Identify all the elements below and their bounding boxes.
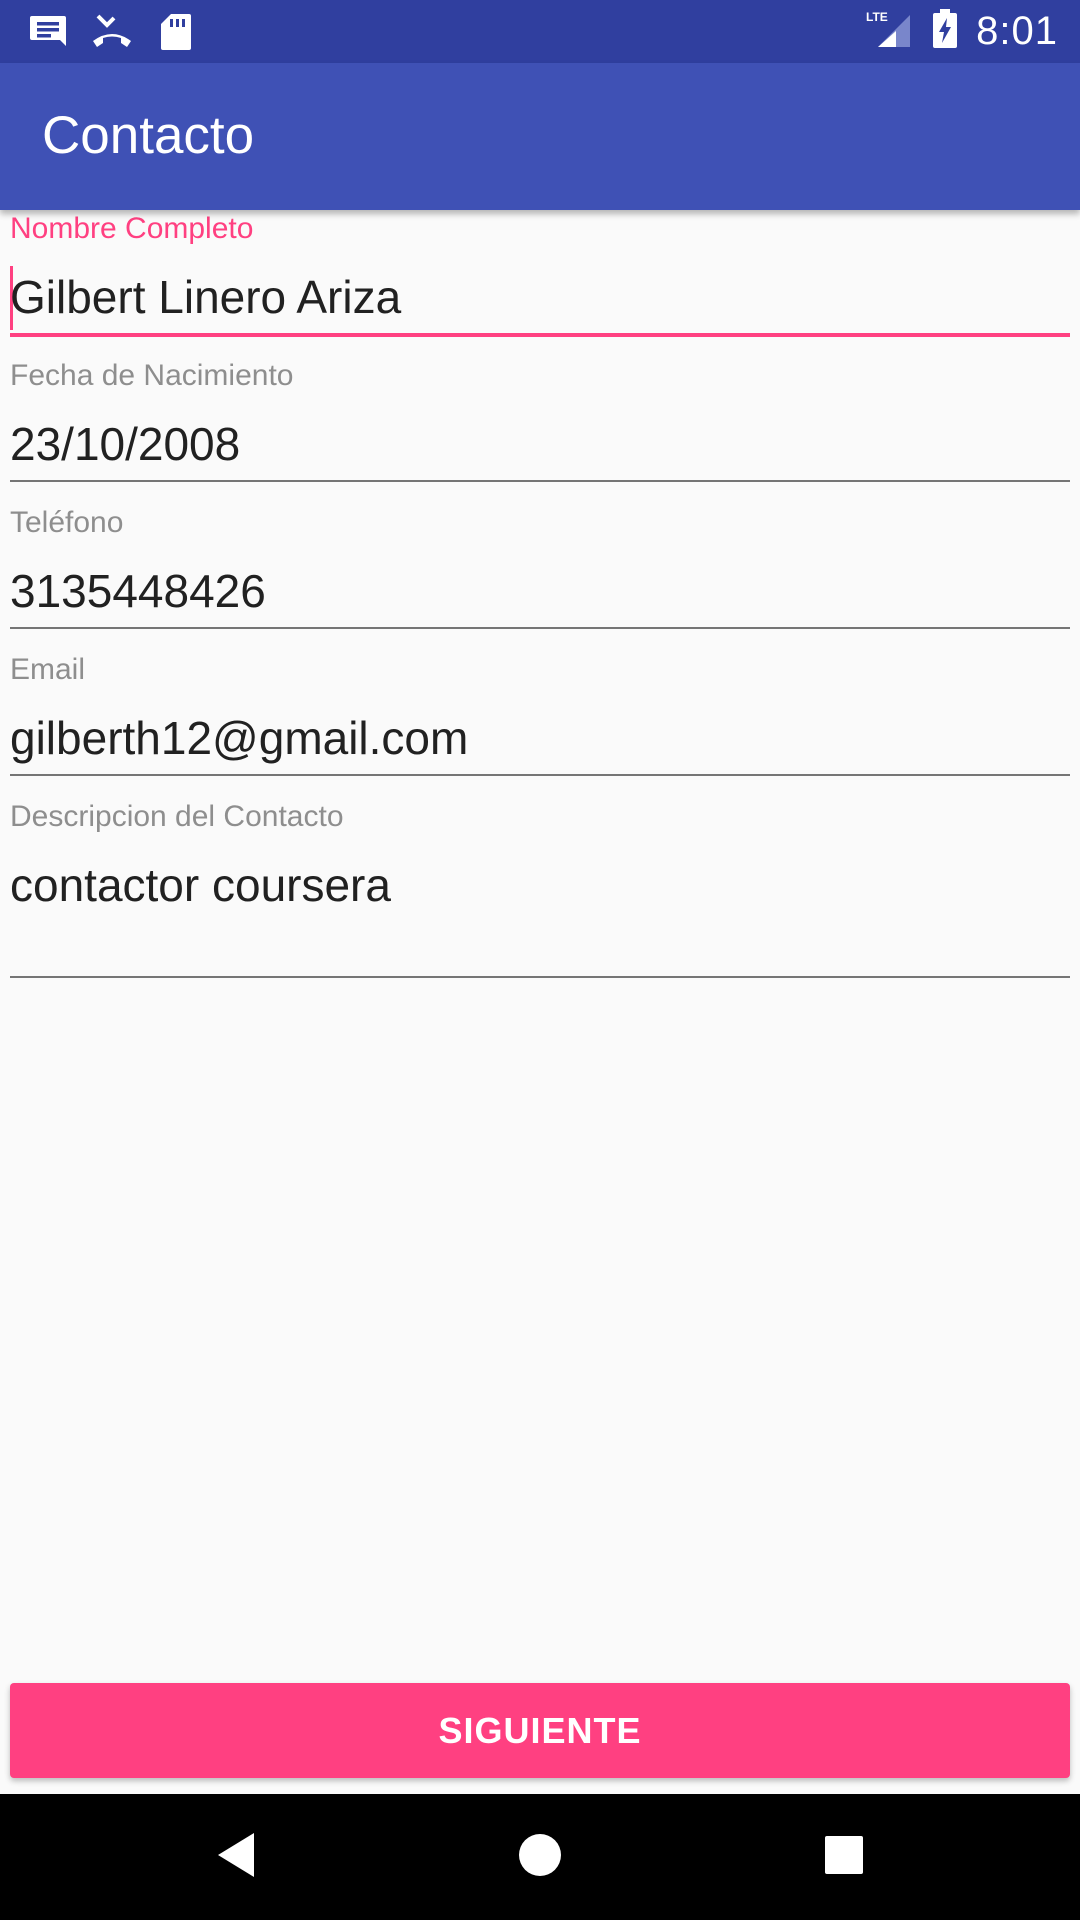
recents-button[interactable]	[774, 1794, 914, 1920]
status-time: 8:01	[976, 9, 1058, 53]
back-icon	[214, 1831, 258, 1884]
email-field[interactable]: Email gilberth12@gmail.com	[10, 651, 1070, 781]
fecha-nacimiento-label: Fecha de Nacimiento	[10, 359, 294, 392]
recents-icon	[824, 1835, 864, 1880]
email-input[interactable]: gilberth12@gmail.com	[10, 711, 468, 765]
status-system-icons: LTE 8:01	[866, 0, 1058, 63]
fecha-nacimiento-underline	[10, 480, 1070, 482]
telefono-label: Teléfono	[10, 506, 124, 539]
navigation-bar	[0, 1794, 1080, 1920]
back-button[interactable]	[166, 1794, 306, 1920]
svg-text:LTE: LTE	[866, 10, 888, 24]
siguiente-button[interactable]: SIGUIENTE	[10, 1683, 1070, 1778]
telefono-input[interactable]: 3135448426	[10, 564, 266, 618]
lte-signal-icon: LTE	[866, 9, 914, 54]
battery-charging-icon	[932, 9, 958, 54]
fecha-nacimiento-field[interactable]: Fecha de Nacimiento 23/10/2008	[10, 357, 1070, 487]
descripcion-label: Descripcion del Contacto	[10, 800, 344, 833]
email-underline	[10, 774, 1070, 776]
descripcion-underline	[10, 976, 1070, 978]
nombre-completo-input[interactable]: Gilbert Linero Ariza	[10, 270, 401, 324]
nombre-completo-label: Nombre Completo	[10, 212, 254, 245]
nombre-completo-field[interactable]: Nombre Completo Gilbert Linero Ariza	[10, 210, 1070, 340]
sd-card-icon	[154, 12, 198, 52]
status-bar: LTE 8:01	[0, 0, 1080, 63]
telefono-underline	[10, 627, 1070, 629]
nombre-completo-underline	[10, 333, 1070, 337]
fecha-nacimiento-input[interactable]: 23/10/2008	[10, 417, 240, 471]
descripcion-input[interactable]: contactor coursera	[10, 858, 391, 912]
notification-message-icon	[26, 12, 70, 52]
contact-form-screen: LTE 8:01 Contacto Nombre Completo Gilber…	[0, 0, 1080, 1920]
telefono-field[interactable]: Teléfono 3135448426	[10, 504, 1070, 634]
status-notification-icons	[26, 12, 198, 52]
home-button[interactable]	[470, 1794, 610, 1920]
app-bar: Contacto	[0, 63, 1080, 210]
home-icon	[518, 1833, 562, 1882]
email-label: Email	[10, 653, 86, 686]
missed-call-icon	[90, 12, 134, 52]
page-title: Contacto	[42, 106, 255, 165]
descripcion-field[interactable]: Descripcion del Contacto contactor cours…	[10, 798, 1070, 978]
